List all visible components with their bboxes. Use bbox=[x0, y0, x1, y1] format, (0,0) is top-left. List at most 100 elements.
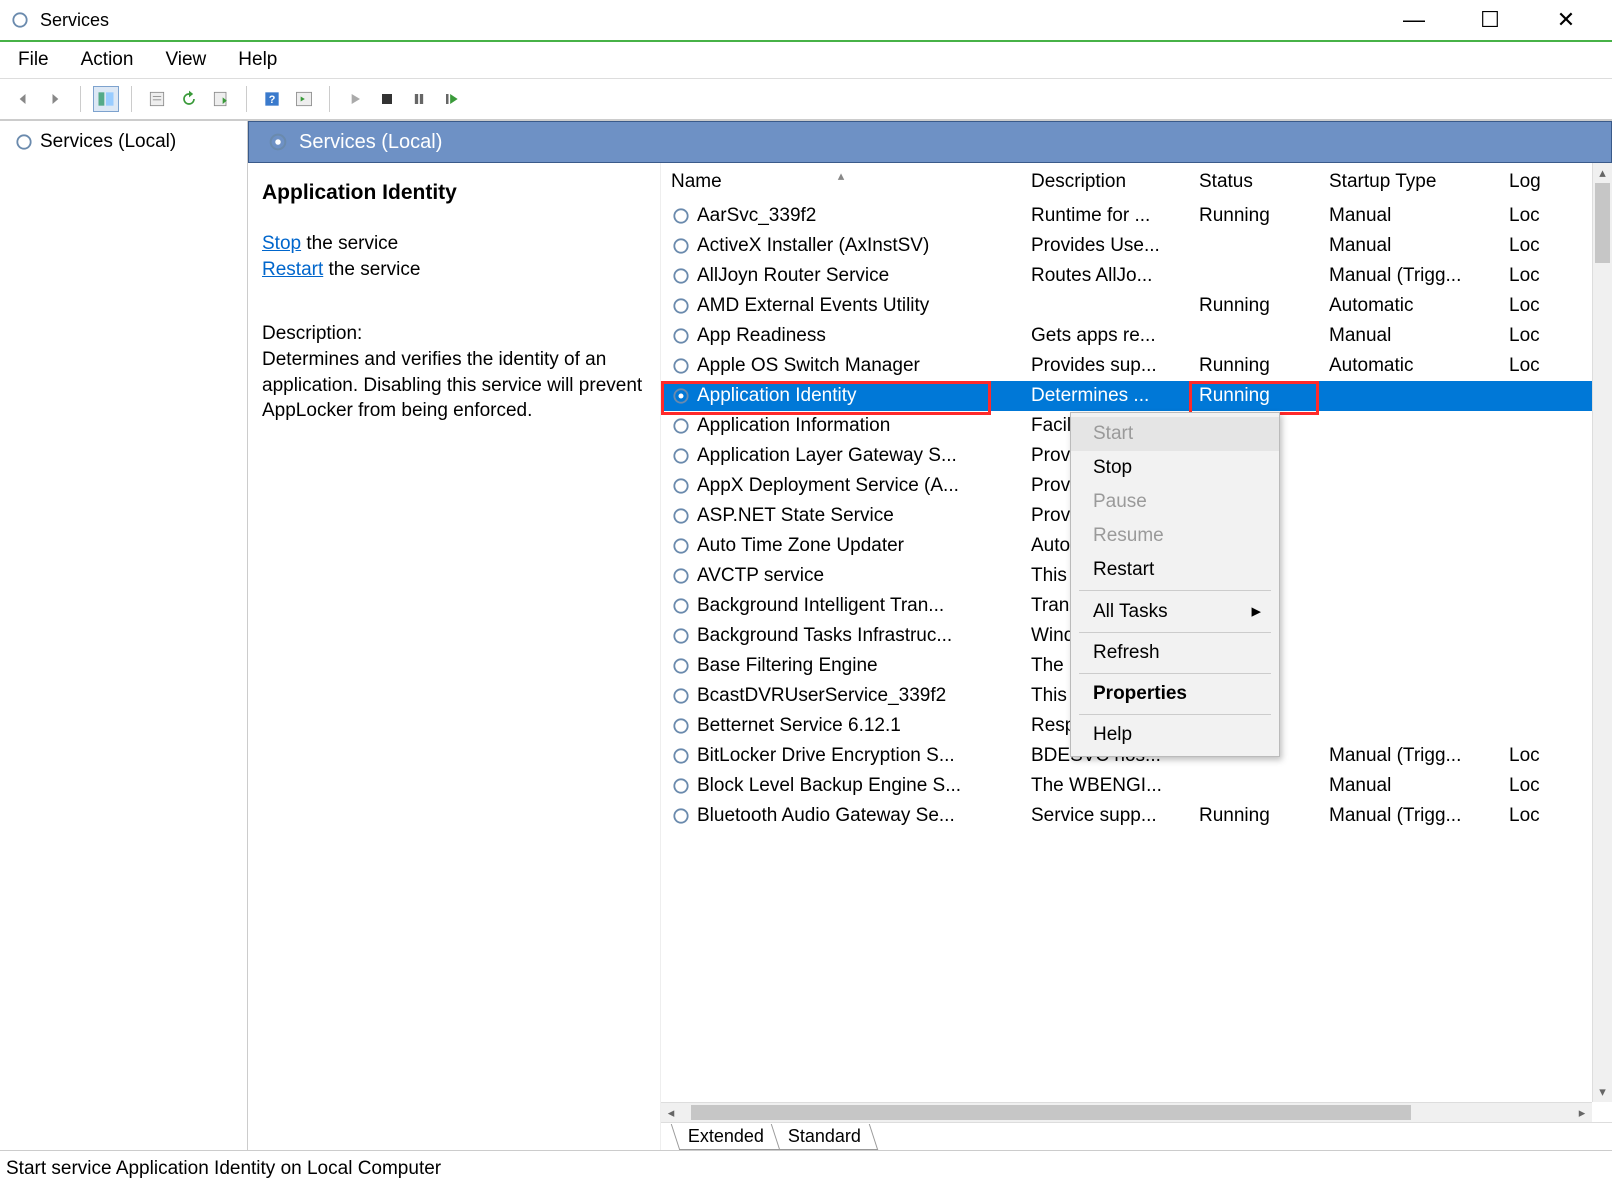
back-button[interactable] bbox=[10, 86, 36, 112]
menu-action[interactable]: Action bbox=[75, 45, 140, 75]
service-desc: Provides Use... bbox=[1021, 235, 1189, 257]
restart-service-button[interactable] bbox=[438, 86, 464, 112]
col-description[interactable]: Description bbox=[1021, 171, 1189, 193]
status-text: Start service Application Identity on Lo… bbox=[6, 1158, 441, 1180]
service-name: Auto Time Zone Updater bbox=[697, 535, 904, 557]
service-startup: Automatic bbox=[1319, 295, 1499, 317]
service-status: Running bbox=[1189, 295, 1319, 317]
gear-icon bbox=[671, 206, 691, 226]
minimize-button[interactable]: — bbox=[1390, 7, 1438, 33]
scroll-thumb[interactable] bbox=[1595, 183, 1610, 263]
gear-icon bbox=[671, 326, 691, 346]
maximize-button[interactable]: ☐ bbox=[1466, 7, 1514, 33]
scroll-right-icon[interactable]: ▸ bbox=[1572, 1103, 1592, 1122]
ctx-start: Start bbox=[1071, 417, 1279, 451]
scroll-left-icon[interactable]: ◂ bbox=[661, 1103, 681, 1122]
service-logon: Loc bbox=[1499, 325, 1549, 347]
service-row[interactable]: Bluetooth Audio Gateway Se... Service sup… bbox=[661, 801, 1612, 831]
section-header: Services (Local) bbox=[248, 121, 1612, 163]
refresh-button[interactable] bbox=[176, 86, 202, 112]
ctx-all-tasks[interactable]: All Tasks▸ bbox=[1071, 594, 1279, 629]
service-row[interactable]: AllJoyn Router ServiceRoutes AllJo...Man… bbox=[661, 261, 1612, 291]
vertical-scrollbar[interactable]: ▴ ▾ bbox=[1592, 163, 1612, 1102]
col-logon[interactable]: Log bbox=[1499, 171, 1549, 193]
pause-service-button[interactable] bbox=[406, 86, 432, 112]
service-row[interactable]: Block Level Backup Engine S...The WBENGI… bbox=[661, 771, 1612, 801]
service-name: Background Intelligent Tran... bbox=[697, 595, 944, 617]
service-startup: Manual bbox=[1319, 775, 1499, 797]
tree-root-item[interactable]: Services (Local) bbox=[8, 127, 239, 157]
ctx-restart[interactable]: Restart bbox=[1071, 553, 1279, 587]
forward-button[interactable] bbox=[42, 86, 68, 112]
tab-standard[interactable]: Standard bbox=[771, 1124, 879, 1150]
description-label: Description: bbox=[262, 323, 648, 345]
properties-button[interactable] bbox=[144, 86, 170, 112]
tab-extended[interactable]: Extended bbox=[671, 1124, 782, 1150]
ctx-stop[interactable]: Stop bbox=[1071, 451, 1279, 485]
stop-service-button[interactable] bbox=[374, 86, 400, 112]
service-desc: Runtime for ... bbox=[1021, 205, 1189, 227]
service-name: ASP.NET State Service bbox=[697, 505, 894, 527]
service-startup: Manual bbox=[1319, 205, 1499, 227]
export-list-button[interactable] bbox=[208, 86, 234, 112]
toolbar: ? bbox=[0, 78, 1612, 120]
col-status[interactable]: Status bbox=[1189, 171, 1319, 193]
service-name: AVCTP service bbox=[697, 565, 824, 587]
column-headers: ▴Name Description Status Startup Type Lo… bbox=[661, 163, 1612, 201]
service-name: AMD External Events Utility bbox=[697, 295, 929, 317]
gear-icon bbox=[671, 776, 691, 796]
gear-icon bbox=[671, 566, 691, 586]
service-name: Background Tasks Infrastruc... bbox=[697, 625, 952, 647]
service-name: AarSvc_339f2 bbox=[697, 205, 816, 227]
view-tabs: Extended Standard bbox=[661, 1122, 1612, 1150]
app-icon bbox=[10, 10, 30, 30]
service-status: Running bbox=[1189, 205, 1319, 227]
service-startup: Automatic bbox=[1319, 355, 1499, 377]
tree-pane: Services (Local) bbox=[0, 121, 248, 1150]
menu-view[interactable]: View bbox=[159, 45, 212, 75]
start-service-button[interactable] bbox=[342, 86, 368, 112]
show-hide-action-pane-button[interactable] bbox=[291, 86, 317, 112]
service-logon: Loc bbox=[1499, 205, 1549, 227]
ctx-help[interactable]: Help bbox=[1071, 718, 1279, 752]
show-hide-tree-button[interactable] bbox=[93, 86, 119, 112]
menu-file[interactable]: File bbox=[12, 45, 55, 75]
service-name: AppX Deployment Service (A... bbox=[697, 475, 959, 497]
service-row[interactable]: AarSvc_339f2 Runtime for ...RunningManual… bbox=[661, 201, 1612, 231]
scroll-thumb[interactable] bbox=[691, 1105, 1411, 1120]
help-button[interactable]: ? bbox=[259, 86, 285, 112]
service-desc: The WBENGI... bbox=[1021, 775, 1189, 797]
service-startup: Manual (Trigg... bbox=[1319, 745, 1499, 767]
gear-icon bbox=[671, 356, 691, 376]
service-name: App Readiness bbox=[697, 325, 826, 347]
gear-icon bbox=[671, 716, 691, 736]
service-logon: Loc bbox=[1499, 265, 1549, 287]
horizontal-scrollbar[interactable]: ◂ ▸ bbox=[661, 1102, 1592, 1122]
scroll-down-icon[interactable]: ▾ bbox=[1593, 1082, 1612, 1102]
scroll-up-icon[interactable]: ▴ bbox=[1593, 163, 1612, 183]
menu-help[interactable]: Help bbox=[232, 45, 283, 75]
restart-link[interactable]: Restart bbox=[262, 259, 323, 280]
titlebar: Services — ☐ ✕ bbox=[0, 0, 1612, 40]
sort-indicator-icon: ▴ bbox=[838, 171, 845, 184]
col-startup-type[interactable]: Startup Type bbox=[1319, 171, 1499, 193]
close-button[interactable]: ✕ bbox=[1542, 7, 1590, 33]
ctx-properties[interactable]: Properties bbox=[1071, 677, 1279, 711]
service-logon: Loc bbox=[1499, 745, 1549, 767]
gear-icon bbox=[671, 686, 691, 706]
ctx-pause: Pause bbox=[1071, 485, 1279, 519]
service-row[interactable]: Apple OS Switch ManagerProvides sup...Ru… bbox=[661, 351, 1612, 381]
chevron-right-icon: ▸ bbox=[1251, 600, 1261, 623]
menubar: File Action View Help bbox=[0, 40, 1612, 78]
service-name: Bluetooth Audio Gateway Se... bbox=[697, 805, 955, 827]
service-row[interactable]: Application IdentityDetermines ...Runnin… bbox=[661, 381, 1612, 411]
service-desc: Service supp... bbox=[1021, 805, 1189, 827]
service-row[interactable]: AMD External Events Utility RunningAutoma… bbox=[661, 291, 1612, 321]
service-status: Running bbox=[1189, 355, 1319, 377]
service-name: AllJoyn Router Service bbox=[697, 265, 889, 287]
ctx-refresh[interactable]: Refresh bbox=[1071, 636, 1279, 670]
col-name[interactable]: ▴Name bbox=[661, 171, 1021, 193]
service-row[interactable]: ActiveX Installer (AxInstSV)Provides Use… bbox=[661, 231, 1612, 261]
stop-link[interactable]: Stop bbox=[262, 233, 301, 254]
service-row[interactable]: App ReadinessGets apps re...ManualLoc bbox=[661, 321, 1612, 351]
